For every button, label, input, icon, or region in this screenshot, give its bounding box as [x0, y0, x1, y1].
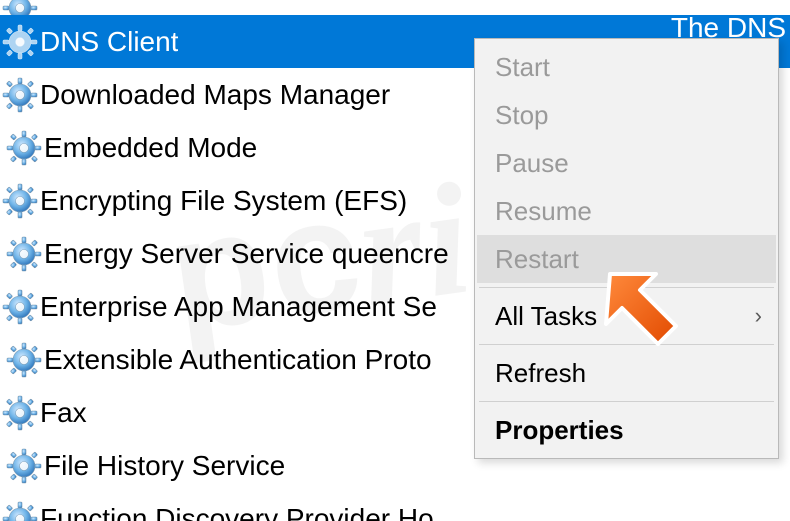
menu-item-start[interactable]: Start — [477, 43, 776, 91]
gear-icon — [0, 24, 40, 60]
service-label: Extensible Authentication Proto — [44, 344, 432, 376]
service-label: Function Discovery Provider Ho — [40, 503, 434, 521]
menu-separator — [479, 287, 774, 288]
menu-item-restart[interactable]: Restart — [477, 235, 776, 283]
gear-icon — [0, 501, 40, 521]
service-label: Enterprise App Management Se — [40, 291, 437, 323]
gear-icon — [0, 0, 40, 15]
gear-icon — [0, 183, 40, 219]
menu-item-resume[interactable]: Resume — [477, 187, 776, 235]
service-label: Energy Server Service queencre — [44, 238, 449, 270]
menu-separator — [479, 401, 774, 402]
gear-icon — [0, 289, 40, 325]
service-label: Downloaded Maps Manager — [40, 79, 390, 111]
gear-icon — [4, 448, 44, 484]
menu-separator — [479, 344, 774, 345]
service-row[interactable]: Function Discovery Provider Ho — [0, 492, 790, 521]
service-label: File History Service — [44, 450, 285, 482]
context-menu: Start Stop Pause Resume Restart All Task… — [474, 38, 779, 459]
chevron-right-icon: › — [755, 303, 762, 329]
gear-icon — [0, 395, 40, 431]
gear-icon — [4, 236, 44, 272]
service-label: Fax — [40, 397, 87, 429]
service-label: Encrypting File System (EFS) — [40, 185, 407, 217]
menu-item-properties[interactable]: Properties — [477, 406, 776, 454]
gear-icon — [4, 130, 44, 166]
gear-icon — [4, 342, 44, 378]
menu-item-pause[interactable]: Pause — [477, 139, 776, 187]
menu-item-refresh[interactable]: Refresh — [477, 349, 776, 397]
service-label: DNS Client — [40, 26, 178, 58]
menu-item-stop[interactable]: Stop — [477, 91, 776, 139]
service-label: Embedded Mode — [44, 132, 257, 164]
gear-icon — [0, 77, 40, 113]
menu-item-all-tasks[interactable]: All Tasks › — [477, 292, 776, 340]
